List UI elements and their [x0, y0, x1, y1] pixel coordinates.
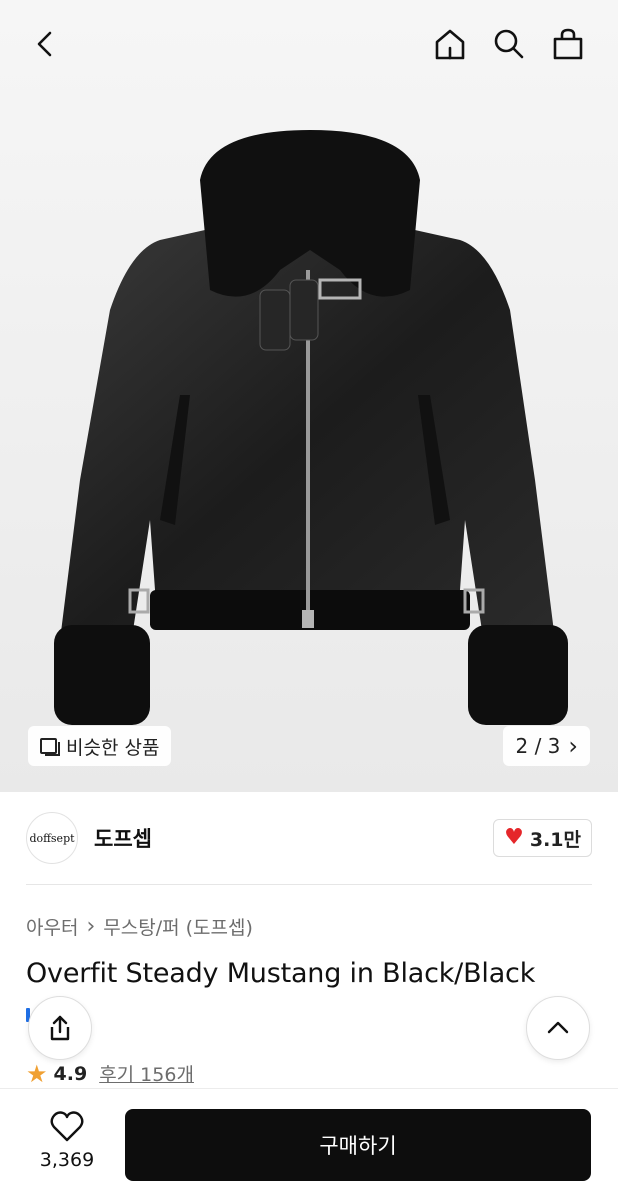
- chevron-right-icon: ›: [568, 732, 578, 760]
- search-button[interactable]: [487, 22, 531, 66]
- similar-products-label: 비슷한 상품: [66, 736, 160, 759]
- top-navigation-bar: [0, 0, 618, 90]
- divider: [26, 884, 592, 885]
- chevron-up-icon: [547, 1021, 569, 1034]
- share-icon: [50, 1015, 70, 1041]
- rating-score: 4.9: [53, 1062, 88, 1085]
- brand-like-button[interactable]: ♥ 3.1만: [493, 819, 592, 857]
- heart-filled-icon: ♥: [504, 825, 524, 850]
- search-icon: [494, 29, 524, 59]
- cart-button[interactable]: [546, 22, 590, 66]
- heart-outline-icon: [50, 1111, 84, 1142]
- brand-name[interactable]: 도프셉: [94, 823, 152, 853]
- wishlist-button[interactable]: 3,369: [30, 1109, 104, 1179]
- product-image-gallery[interactable]: 비슷한 상품 2 / 3 ›: [0, 0, 618, 792]
- product-title: Overfit Steady Mustang in Black/Black: [26, 958, 536, 989]
- reviews-link[interactable]: 후기 156개: [99, 1060, 194, 1087]
- image-pager[interactable]: 2 / 3 ›: [503, 726, 590, 766]
- buy-button[interactable]: 구매하기: [125, 1109, 591, 1181]
- share-button[interactable]: [28, 996, 92, 1060]
- scroll-to-top-button[interactable]: [526, 996, 590, 1060]
- breadcrumb-item-category[interactable]: 무스탕/퍼 (도프셉): [103, 913, 253, 940]
- rating-row: ★ 4.9 후기 156개: [26, 1060, 194, 1087]
- breadcrumb-separator-icon: ›: [86, 914, 96, 939]
- brand-row: doffsept 도프셉 ♥ 3.1만: [26, 810, 592, 866]
- wishlist-count: 3,369: [39, 1149, 95, 1171]
- shopping-bag-icon: [553, 28, 583, 60]
- back-chevron-icon: [37, 31, 52, 57]
- home-button[interactable]: [428, 22, 472, 66]
- product-photo-jacket: [54, 130, 568, 725]
- back-button[interactable]: [24, 22, 68, 66]
- brand-like-count: 3.1만: [529, 828, 581, 851]
- breadcrumb: 아우터 › 무스탕/퍼 (도프셉): [26, 913, 253, 940]
- pager-text: 2 / 3: [515, 734, 561, 758]
- home-icon: [435, 29, 465, 60]
- star-icon: ★: [26, 1059, 48, 1088]
- similar-products-icon: [40, 738, 60, 756]
- bottom-action-bar: 3,369 구매하기: [0, 1088, 618, 1200]
- brand-logo[interactable]: doffsept: [26, 812, 78, 864]
- breadcrumb-item-outer[interactable]: 아우터: [26, 913, 78, 940]
- similar-products-button[interactable]: 비슷한 상품: [28, 726, 172, 766]
